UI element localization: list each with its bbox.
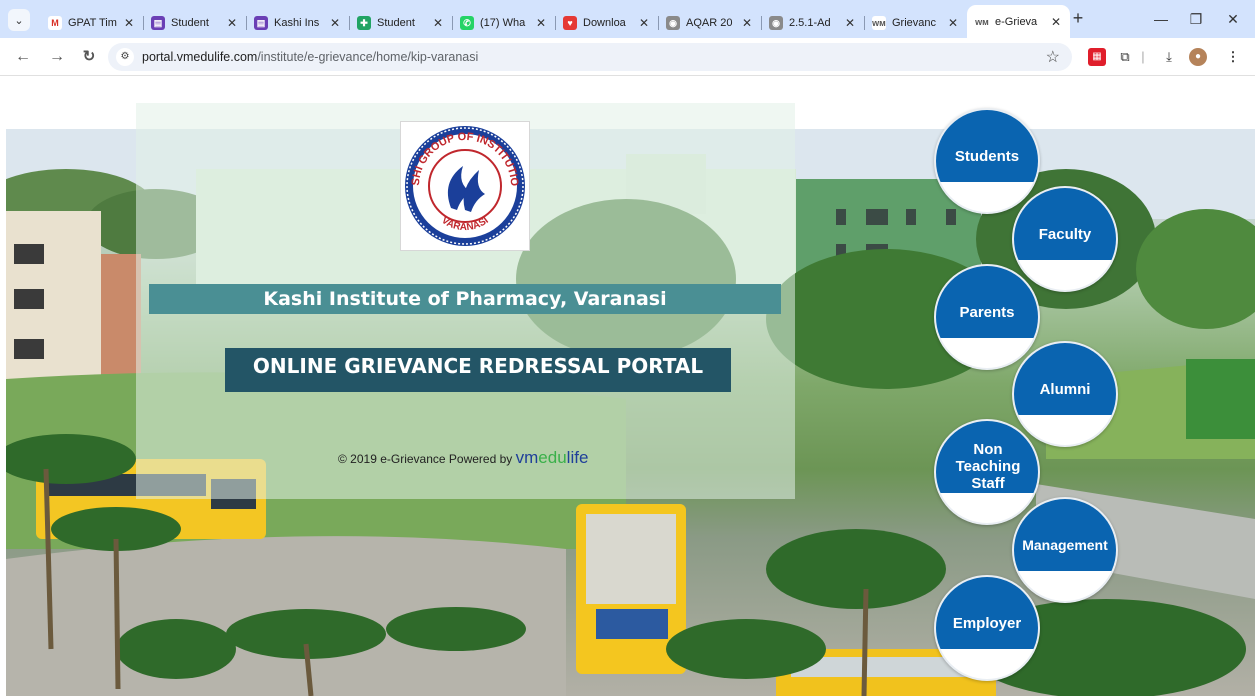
tab-title: Kashi Ins: [274, 17, 320, 29]
tab-title: GPAT Tim: [68, 17, 117, 29]
tab-title: Student: [171, 17, 209, 29]
tab-close-icon[interactable]: ✕: [329, 16, 341, 30]
stakeholder-label: Alumni: [1039, 381, 1091, 398]
url-text[interactable]: portal.vmedulife.com/institute/e-grievan…: [142, 50, 478, 64]
extensions-puzzle-icon[interactable]: ⧉: [1116, 48, 1134, 66]
reload-button[interactable]: ↻: [78, 46, 100, 68]
stakeholder-label: Non Teaching Staff: [955, 441, 1021, 492]
circle-fill: [1014, 499, 1116, 571]
forms-icon: ▤: [254, 16, 268, 30]
institute-logo: KASHI GROUP OF INSTITUTIONS VARANASI: [397, 113, 530, 251]
tab-search-button[interactable]: ⌄: [8, 9, 30, 31]
copyright-footer: © 2019 e-Grievance Powered by vmedulife: [338, 448, 588, 468]
tabs-container: M GPAT Tim ✕ ▤ Student ✕ ▤ Kashi Ins ✕ ✚ Student ✕ ✆…: [40, 5, 1070, 38]
extension-icon[interactable]: ▦: [1088, 48, 1106, 66]
tab-title: Downloa: [583, 17, 626, 29]
employer-button[interactable]: Employer: [934, 575, 1040, 681]
brand-edu: edu: [538, 448, 567, 467]
stakeholder-label: Faculty: [1038, 226, 1092, 243]
tab-title: 2.5.1-Ad: [789, 17, 831, 29]
browser-tab[interactable]: ♥ Downloa ✕: [555, 8, 658, 38]
close-window-button[interactable]: ✕: [1222, 8, 1244, 30]
toolbar-divider: |: [1141, 49, 1145, 64]
downloads-icon[interactable]: ⤓: [1160, 48, 1178, 66]
browser-tab[interactable]: ✚ Student ✕: [349, 8, 452, 38]
profile-avatar[interactable]: ●: [1189, 48, 1207, 66]
circle-fill: [1014, 343, 1116, 415]
tab-title: e-Grieva: [995, 15, 1038, 28]
browser-tab[interactable]: ◉ 2.5.1-Ad ✕: [761, 8, 864, 38]
tab-close-icon[interactable]: ✕: [432, 16, 444, 30]
restore-button[interactable]: ❐: [1185, 8, 1207, 30]
new-tab-button[interactable]: +: [1068, 9, 1088, 29]
tab-close-icon[interactable]: ✕: [741, 16, 753, 30]
circle-fill: [1014, 188, 1116, 260]
browser-tab[interactable]: ᴡᴍ e-Grieva ✕: [967, 5, 1070, 38]
vm-icon: ᴡᴍ: [872, 16, 886, 30]
tab-title: (17) Wha: [480, 17, 526, 29]
kashi-logo-emblem: KASHI GROUP OF INSTITUTIONS VARANASI: [397, 113, 525, 246]
stakeholder-label: Parents: [959, 304, 1015, 321]
circle-fill: [936, 266, 1038, 338]
portal-title-banner: ONLINE GRIEVANCE REDRESSAL PORTAL: [225, 348, 731, 392]
heart-icon: ♥: [563, 16, 577, 30]
circle-fill: [936, 110, 1038, 182]
bookmark-star-icon[interactable]: ☆: [1046, 47, 1060, 67]
tab-close-icon[interactable]: ✕: [947, 16, 959, 30]
tab-title: AQAR 20: [686, 17, 733, 29]
tab-close-icon[interactable]: ✕: [844, 16, 856, 30]
globe-icon: ◉: [769, 16, 783, 30]
tab-strip: ⌄ M GPAT Tim ✕ ▤ Student ✕ ▤ Kashi Ins ✕ ✚ Student…: [0, 0, 1255, 38]
back-button[interactable]: ←: [12, 46, 34, 68]
toolbar: ← → ↻ ⚙ portal.vmedulife.com/institute/e…: [0, 38, 1255, 76]
vmedulife-brand-link[interactable]: vmedulife: [516, 448, 589, 467]
browser-tab[interactable]: ▤ Student ✕: [143, 8, 246, 38]
stakeholder-label: Employer: [952, 615, 1022, 632]
brand-life: life: [566, 448, 589, 467]
tab-title: Student: [377, 17, 415, 29]
tab-close-icon[interactable]: ✕: [123, 16, 135, 30]
minimize-button[interactable]: —: [1150, 8, 1172, 30]
forward-button[interactable]: →: [46, 46, 68, 68]
browser-tab[interactable]: ▤ Kashi Ins ✕: [246, 8, 349, 38]
globe-icon: ◉: [666, 16, 680, 30]
circle-fill: [936, 577, 1038, 649]
brand-vm: vm: [515, 448, 539, 467]
copyright-text: © 2019 e-Grievance Powered by: [338, 452, 513, 466]
tab-close-icon[interactable]: ✕: [1050, 15, 1062, 29]
tab-close-icon[interactable]: ✕: [535, 16, 547, 30]
url-path: /institute/e-grievance/home/kip-varanasi: [257, 50, 479, 64]
tab-close-icon[interactable]: ✕: [226, 16, 238, 30]
browser-tab[interactable]: ✆ (17) Wha ✕: [452, 8, 555, 38]
site-info-icon[interactable]: ⚙: [116, 48, 134, 66]
browser-tab[interactable]: ᴡᴍ Grievanc ✕: [864, 8, 967, 38]
tab-close-icon[interactable]: ✕: [638, 16, 650, 30]
stakeholder-label: Students: [954, 148, 1020, 165]
address-bar[interactable]: ⚙ portal.vmedulife.com/institute/e-griev…: [108, 43, 1072, 71]
menu-kebab-icon[interactable]: ⋮: [1224, 48, 1242, 66]
forms-icon: ▤: [151, 16, 165, 30]
stakeholder-label: Management: [1022, 537, 1108, 553]
browser-tab[interactable]: ◉ AQAR 20 ✕: [658, 8, 761, 38]
url-host: portal.vmedulife.com: [142, 50, 258, 64]
vm-icon: ᴡᴍ: [975, 14, 989, 29]
institute-name-banner: Kashi Institute of Pharmacy, Varanasi: [149, 284, 781, 314]
page-content: KASHI GROUP OF INSTITUTIONS VARANASI Kas…: [0, 77, 1255, 696]
browser-tab[interactable]: M GPAT Tim ✕: [40, 8, 143, 38]
tab-title: Grievanc: [892, 17, 937, 29]
gmail-icon: M: [48, 16, 62, 30]
whatsapp-icon: ✆: [460, 16, 474, 30]
sheets-icon: ✚: [357, 16, 371, 30]
